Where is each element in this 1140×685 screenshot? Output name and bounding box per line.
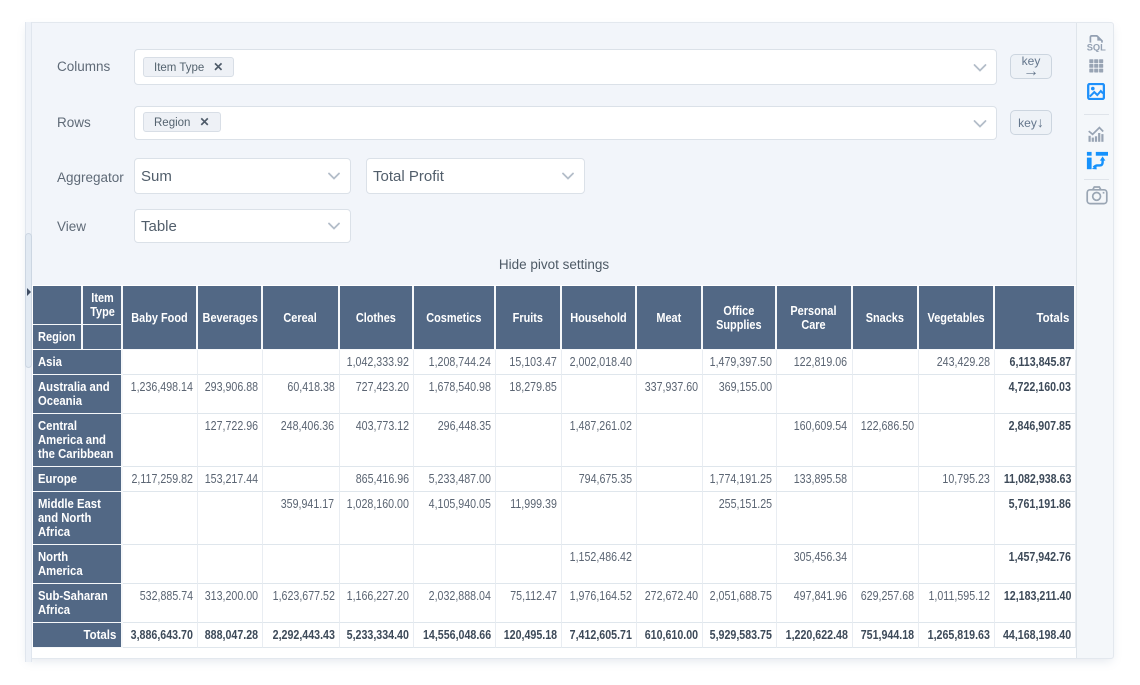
svg-text:SQL: SQL [1087,43,1106,52]
